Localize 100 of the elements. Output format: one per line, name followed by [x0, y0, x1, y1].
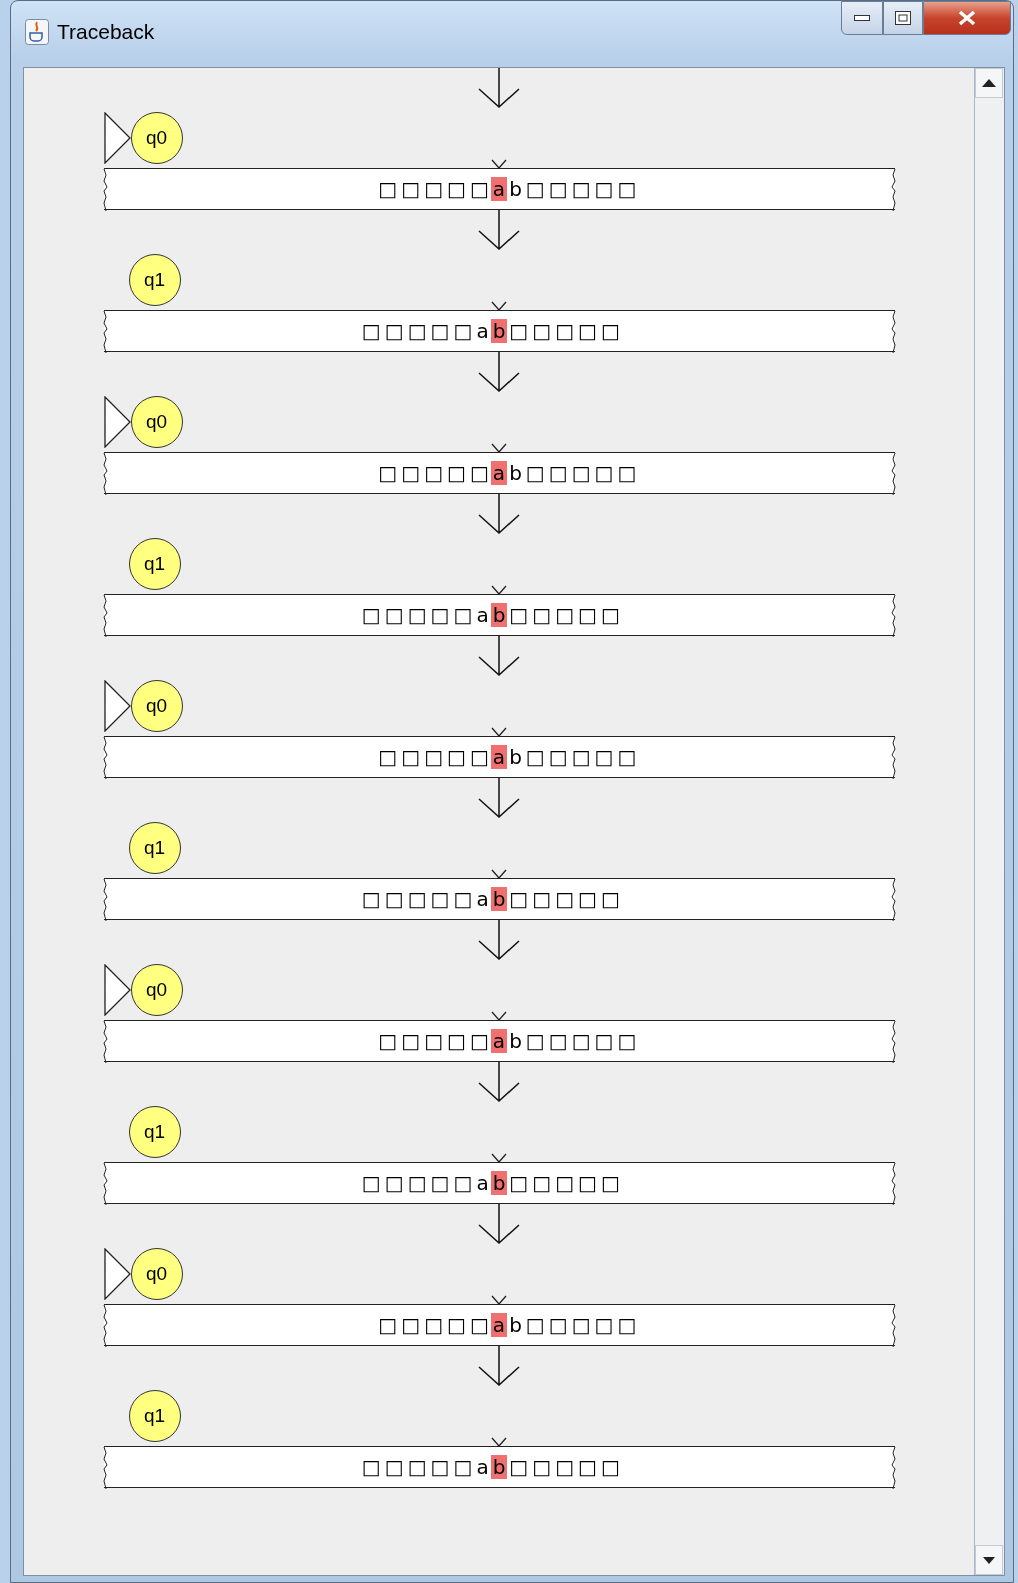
tape-cell-text: □	[531, 318, 553, 345]
tape-cell-text: □	[531, 602, 553, 629]
tape-cell-text: □	[423, 1028, 445, 1055]
tape-cell-text: □	[468, 460, 490, 487]
tape-cell-text: □	[593, 1312, 615, 1339]
tape-cell-text: □	[400, 1312, 422, 1339]
tape-cell-text: b	[508, 460, 523, 487]
tape-cell: b	[490, 1171, 508, 1195]
tape-cell-text: □	[446, 1312, 467, 1339]
tape-cell-text: □	[429, 318, 451, 345]
tape-cell-text: □	[423, 1312, 445, 1339]
tape-cell-text: □	[577, 318, 598, 345]
tape-cell-text: □	[360, 1454, 382, 1481]
tape-cell-text: □	[616, 460, 638, 487]
tape-cell-text: □	[508, 1170, 530, 1197]
tape-cell-text: □	[406, 1170, 428, 1197]
tape-cell-text: □	[616, 1028, 638, 1055]
tape-cell: b	[490, 1455, 508, 1479]
tape-cell: b	[490, 887, 508, 911]
tape-cell-text: □	[554, 1170, 576, 1197]
down-arrow	[477, 1204, 521, 1244]
scrollbar[interactable]	[974, 68, 1004, 1575]
state-node: q0	[130, 964, 183, 1016]
scroll-up-button[interactable]	[975, 68, 1003, 98]
tape-cell-text: □	[377, 460, 399, 487]
tape-cell-text: □	[547, 1028, 569, 1055]
tape-cell-text: □	[524, 460, 546, 487]
tape-cell-text: □	[593, 1028, 615, 1055]
tape-cell: b	[490, 319, 508, 343]
tape-cell-text: a	[475, 1170, 490, 1197]
tape-cell-text: □	[400, 460, 422, 487]
tape-cell-text: □	[360, 886, 382, 913]
tape-cell-text: □	[547, 460, 569, 487]
down-arrow	[477, 778, 521, 818]
tape-cell-text: □	[593, 460, 615, 487]
tape-cell-text: □	[599, 602, 621, 629]
tape-cell-text: □	[423, 744, 445, 771]
tape-cell-text: □	[468, 176, 490, 203]
tape-cell-text: □	[383, 1454, 405, 1481]
tape-cell-text: □	[547, 744, 569, 771]
tape-cell-text: □	[599, 1454, 621, 1481]
tape-cell-text: □	[377, 744, 399, 771]
tape-cell-text: b	[508, 1028, 523, 1055]
minimize-button[interactable]	[841, 1, 883, 35]
down-arrow	[477, 1062, 521, 1102]
state-node: q0	[130, 1248, 183, 1300]
tape-cell-text: b	[508, 176, 523, 203]
tape-cell-text: □	[524, 744, 546, 771]
tape-cell-text: b	[508, 1312, 523, 1339]
minimize-icon	[854, 15, 870, 21]
close-button[interactable]	[923, 1, 1011, 35]
tape-cell-text: □	[508, 318, 530, 345]
tape-cell-text: a	[475, 602, 490, 629]
tape-cell-text: □	[570, 1312, 592, 1339]
tape-cell-text: □	[616, 744, 638, 771]
tape-cell-text: a	[475, 886, 490, 913]
down-arrow	[477, 210, 521, 250]
tape-cell-text: □	[531, 886, 553, 913]
tape-cell-text: □	[554, 886, 576, 913]
scroll-down-button[interactable]	[975, 1545, 1003, 1575]
tape-cell-text: □	[531, 1454, 553, 1481]
tape-cell-text: □	[452, 1454, 474, 1481]
window-title: Traceback	[57, 19, 155, 46]
tape-cell-text: □	[377, 176, 399, 203]
tape-cell-text: □	[570, 744, 592, 771]
tape-cell-text: □	[570, 460, 592, 487]
tape-cell: a	[490, 177, 508, 201]
tape-cell-text: □	[446, 176, 467, 203]
tape-cell-text: □	[446, 1028, 467, 1055]
tape-cell-text: □	[400, 176, 422, 203]
tape-cell-text: □	[468, 1312, 490, 1339]
down-arrow	[477, 494, 521, 534]
tape-cell-text: a	[475, 1454, 490, 1481]
tape-cell-text: □	[423, 176, 445, 203]
maximize-button[interactable]	[883, 1, 923, 35]
tape-cell-text: □	[377, 1028, 399, 1055]
tape-cell: a	[490, 461, 508, 485]
tape-cell-text: □	[400, 744, 422, 771]
tape-cell-text: a	[475, 318, 490, 345]
tape-cell-text: □	[577, 1170, 598, 1197]
tape-cell-text: □	[593, 744, 615, 771]
state-node: q1	[128, 254, 181, 306]
tape-cell-text: □	[446, 744, 467, 771]
tape-cell-text: □	[406, 318, 428, 345]
state-node: q1	[128, 1390, 181, 1442]
down-arrow	[477, 352, 521, 392]
tape-cell-text: □	[383, 602, 405, 629]
down-arrow	[477, 68, 521, 108]
state-node: q1	[128, 538, 181, 590]
tape-cell-text: □	[452, 886, 474, 913]
tape-cell-text: □	[547, 176, 569, 203]
tape-cell-text: □	[406, 886, 428, 913]
down-arrow	[477, 636, 521, 676]
tape-cell-text: □	[383, 1170, 405, 1197]
tape-cell-text: □	[616, 176, 638, 203]
tape-cell-text: □	[429, 1170, 451, 1197]
close-icon	[958, 10, 976, 26]
tape-cell-text: □	[570, 1028, 592, 1055]
caret-down-icon	[983, 1556, 995, 1564]
tape-cell-text: □	[547, 1312, 569, 1339]
